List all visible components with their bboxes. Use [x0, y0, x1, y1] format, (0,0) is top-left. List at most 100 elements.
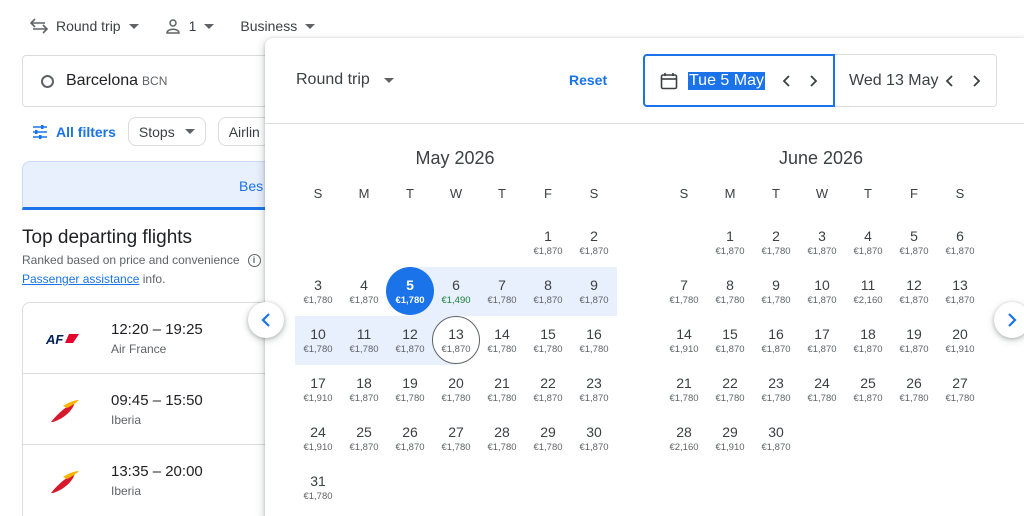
- flight-row[interactable]: AF 12:20 – 19:25 Air France: [23, 303, 281, 374]
- trip-type-selector[interactable]: Round trip: [30, 18, 139, 34]
- day-cell[interactable]: 24 €1,780: [799, 365, 845, 414]
- cabin-selector[interactable]: Business: [240, 18, 316, 34]
- day-number: 28: [676, 423, 692, 440]
- day-cell[interactable]: 3 €1,780: [295, 267, 341, 316]
- return-prev-day-button[interactable]: [942, 72, 956, 90]
- day-cell[interactable]: 9 €1,780: [753, 267, 799, 316]
- day-cell[interactable]: 30 €1,870: [753, 414, 799, 463]
- day-cell[interactable]: 26 €1,870: [387, 414, 433, 463]
- day-cell[interactable]: 17 €1,910: [295, 365, 341, 414]
- day-price: €1,910: [715, 441, 745, 453]
- flight-row[interactable]: 09:45 – 15:50 Iberia: [23, 374, 281, 445]
- day-cell[interactable]: 7 €1,780: [661, 267, 707, 316]
- day-cell[interactable]: 28 €1,780: [479, 414, 525, 463]
- day-cell[interactable]: 23 €1,870: [571, 365, 617, 414]
- picker-trip-type-selector[interactable]: Round trip: [296, 71, 394, 89]
- day-cell[interactable]: 21 €1,780: [661, 365, 707, 414]
- day-price: €1,870: [395, 441, 425, 453]
- return-date-field[interactable]: Wed 13 May: [835, 54, 997, 107]
- departure-date-value: Tue 5 May: [688, 71, 765, 90]
- flight-airline: Iberia: [111, 413, 142, 427]
- weekday-header: F: [910, 186, 918, 201]
- day-cell[interactable]: 11 €1,780: [341, 316, 387, 365]
- day-cell[interactable]: 10 €1,870: [799, 267, 845, 316]
- day-cell[interactable]: 18 €1,870: [341, 365, 387, 414]
- day-price: €1,910: [303, 441, 333, 453]
- day-cell[interactable]: 19 €1,780: [387, 365, 433, 414]
- empty-day-cell: [387, 218, 433, 267]
- day-cell[interactable]: 27 €1,780: [433, 414, 479, 463]
- day-cell[interactable]: 16 €1,780: [571, 316, 617, 365]
- day-cell[interactable]: 6 €1,870: [937, 218, 983, 267]
- day-cell[interactable]: 15 €1,870: [707, 316, 753, 365]
- day-cell[interactable]: 27 €1,780: [937, 365, 983, 414]
- day-number: 29: [540, 423, 556, 440]
- day-cell[interactable]: 8 €1,780: [707, 267, 753, 316]
- day-cell[interactable]: 21 €1,780: [479, 365, 525, 414]
- day-cell[interactable]: 4 €1,870: [341, 267, 387, 316]
- day-cell[interactable]: 5 €1,780: [386, 267, 434, 316]
- day-cell[interactable]: 10 €1,780: [295, 316, 341, 365]
- departure-date-field[interactable]: Tue 5 May: [643, 54, 835, 107]
- day-cell[interactable]: 20 €1,910: [937, 316, 983, 365]
- all-filters-button[interactable]: All filters: [32, 124, 116, 140]
- day-cell[interactable]: 18 €1,870: [845, 316, 891, 365]
- day-cell[interactable]: 16 €1,870: [753, 316, 799, 365]
- day-cell[interactable]: 14 €1,780: [479, 316, 525, 365]
- day-cell[interactable]: 11 €2,160: [845, 267, 891, 316]
- day-cell[interactable]: 29 €1,780: [525, 414, 571, 463]
- chevron-right-icon: [973, 74, 981, 87]
- day-cell[interactable]: 9 €1,870: [571, 267, 617, 316]
- day-cell[interactable]: 23 €1,780: [753, 365, 799, 414]
- day-cell[interactable]: 26 €1,780: [891, 365, 937, 414]
- day-price: €1,870: [533, 392, 563, 404]
- flight-row[interactable]: 13:35 – 20:00 Iberia: [23, 445, 281, 516]
- departure-prev-day-button[interactable]: [779, 72, 793, 90]
- day-number: 12: [402, 325, 418, 342]
- day-cell[interactable]: 15 €1,780: [525, 316, 571, 365]
- return-next-day-button[interactable]: [970, 72, 984, 90]
- day-cell[interactable]: 25 €1,870: [341, 414, 387, 463]
- day-cell[interactable]: 28 €2,160: [661, 414, 707, 463]
- reset-button[interactable]: Reset: [569, 72, 607, 88]
- day-cell[interactable]: 12 €1,870: [891, 267, 937, 316]
- day-cell[interactable]: 6 €1,490: [433, 267, 479, 316]
- airlines-filter-chip[interactable]: Airlin: [217, 117, 271, 146]
- day-cell[interactable]: 22 €1,780: [707, 365, 753, 414]
- day-number: 14: [676, 325, 692, 342]
- day-cell[interactable]: 3 €1,870: [799, 218, 845, 267]
- day-cell[interactable]: 17 €1,870: [799, 316, 845, 365]
- day-cell[interactable]: 14 €1,910: [661, 316, 707, 365]
- day-cell[interactable]: 12 €1,870: [387, 316, 433, 365]
- next-month-button[interactable]: [994, 302, 1024, 338]
- best-flights-tab[interactable]: Bes: [22, 161, 282, 210]
- day-cell[interactable]: 8 €1,870: [525, 267, 571, 316]
- day-cell[interactable]: 2 €1,870: [571, 218, 617, 267]
- origin-input[interactable]: Barcelona BCN: [22, 55, 282, 107]
- day-cell[interactable]: 20 €1,780: [433, 365, 479, 414]
- cabin-label: Business: [240, 18, 298, 34]
- day-number: 27: [952, 374, 968, 391]
- day-cell[interactable]: 30 €1,870: [571, 414, 617, 463]
- day-cell[interactable]: 24 €1,910: [295, 414, 341, 463]
- passenger-selector[interactable]: 1: [165, 18, 215, 34]
- day-cell[interactable]: 5 €1,870: [891, 218, 937, 267]
- day-cell[interactable]: 1 €1,870: [525, 218, 571, 267]
- day-cell[interactable]: 25 €1,870: [845, 365, 891, 414]
- day-cell[interactable]: 13 €1,870: [432, 316, 480, 365]
- previous-month-button[interactable]: [248, 302, 284, 338]
- day-cell[interactable]: 29 €1,910: [707, 414, 753, 463]
- ranking-note: Ranked based on price and convenience i: [22, 253, 261, 267]
- day-cell[interactable]: 13 €1,870: [937, 267, 983, 316]
- info-icon[interactable]: i: [247, 253, 261, 267]
- day-cell[interactable]: 1 €1,870: [707, 218, 753, 267]
- day-cell[interactable]: 4 €1,870: [845, 218, 891, 267]
- day-cell[interactable]: 22 €1,870: [525, 365, 571, 414]
- day-cell[interactable]: 7 €1,780: [479, 267, 525, 316]
- departure-next-day-button[interactable]: [807, 72, 821, 90]
- day-cell[interactable]: 31 €1,780: [295, 463, 341, 512]
- day-cell[interactable]: 2 €1,780: [753, 218, 799, 267]
- day-cell[interactable]: 19 €1,870: [891, 316, 937, 365]
- passenger-assistance-link[interactable]: Passenger assistance: [22, 272, 139, 286]
- stops-filter-chip[interactable]: Stops: [127, 117, 206, 146]
